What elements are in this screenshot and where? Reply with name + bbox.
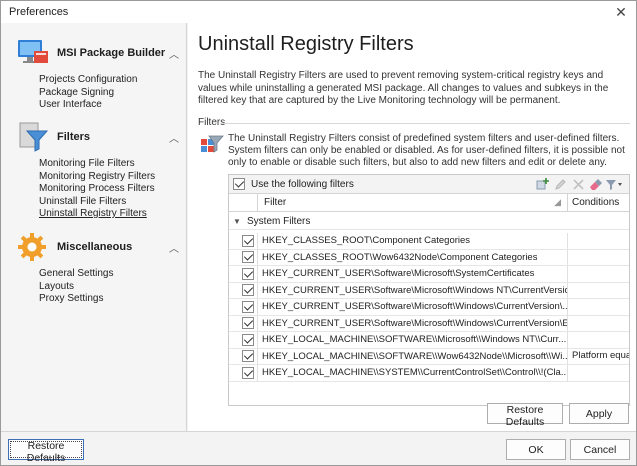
row-checkbox[interactable] — [242, 234, 254, 247]
sort-icon[interactable]: ◢ — [554, 194, 561, 211]
row-filter: HKEY_CURRENT_USER\Software\Microsoft\Win… — [258, 315, 568, 331]
column-filter[interactable]: Filter ◢ — [258, 194, 568, 211]
row-conditions: Platform equa — [572, 350, 629, 362]
sidebar-item-projects-configuration[interactable]: Projects Configuration — [39, 74, 137, 87]
filters-description: The Uninstall Registry Filters consist o… — [228, 133, 625, 169]
chevron-up-icon[interactable]: ︿ — [167, 46, 181, 61]
grid-toolbar: Use the following filters — [229, 175, 629, 194]
cancel-button[interactable]: Cancel — [570, 439, 630, 460]
column-conditions[interactable]: Conditions — [568, 194, 629, 211]
row-filter: HKEY_CURRENT_USER\Software\Microsoft\Win… — [258, 282, 568, 298]
gear-icon — [15, 229, 51, 265]
use-filters-checkbox[interactable] — [233, 178, 245, 190]
table-row[interactable]: HKEY_LOCAL_MACHINE\\SOFTWARE\\Microsoft\… — [229, 332, 629, 349]
monitor-icon — [15, 35, 51, 71]
section-title: MSI Package Builder — [57, 47, 166, 59]
row-checkbox[interactable] — [242, 251, 254, 264]
table-row[interactable]: HKEY_LOCAL_MACHINE\\SOFTWARE\\Wow6432Nod… — [229, 348, 629, 365]
page-title: Uninstall Registry Filters — [198, 33, 414, 55]
row-checkbox[interactable] — [242, 366, 254, 379]
sidebar-item-user-interface[interactable]: User Interface — [39, 99, 137, 112]
ok-button[interactable]: OK — [506, 439, 566, 460]
window-title: Preferences — [9, 6, 69, 18]
close-icon[interactable]: ✕ — [612, 3, 630, 21]
chevron-up-icon[interactable]: ︿ — [167, 240, 181, 255]
column-spacer — [229, 194, 258, 211]
table-row[interactable]: HKEY_CLASSES_ROOT\Component Categories — [229, 233, 629, 250]
table-row[interactable]: HKEY_CURRENT_USER\Software\Microsoft\Win… — [229, 299, 629, 316]
chevron-up-icon[interactable]: ︿ — [167, 130, 181, 145]
row-filter: HKEY_CLASSES_ROOT\Component Categories — [258, 233, 568, 249]
funnel-icon — [15, 119, 51, 155]
table-row[interactable]: HKEY_LOCAL_MACHINE\\SYSTEM\\CurrentContr… — [229, 365, 629, 382]
row-filter: HKEY_LOCAL_MACHINE\\SYSTEM\\CurrentContr… — [258, 365, 568, 381]
sidebar-item-proxy-settings[interactable]: Proxy Settings — [39, 293, 114, 306]
row-filter: HKEY_CURRENT_USER\Software\Microsoft\Win… — [258, 299, 568, 315]
main-panel: Uninstall Registry Filters The Uninstall… — [188, 23, 636, 431]
preferences-window: Preferences ✕ MSI Package Builder ︿ Proj… — [0, 0, 637, 466]
row-checkbox[interactable] — [242, 300, 254, 313]
section-miscellaneous[interactable]: Miscellaneous ︿ — [15, 229, 181, 265]
title-bar: Preferences ✕ — [1, 1, 636, 23]
row-filter: HKEY_LOCAL_MACHINE\\SOFTWARE\\Wow6432Nod… — [258, 348, 568, 364]
use-filters-label: Use the following filters — [251, 178, 354, 190]
row-checkbox[interactable] — [242, 284, 254, 297]
restore-defaults-button[interactable]: Restore Defaults — [487, 403, 563, 428]
toolbar-icons — [533, 176, 623, 192]
group-divider — [222, 123, 630, 124]
row-checkbox[interactable] — [242, 317, 254, 330]
filters-grid: Use the following filters Filter ◢ Condi… — [228, 174, 630, 406]
row-filter: HKEY_CLASSES_ROOT\Wow6432Node\Component … — [258, 249, 568, 265]
footer-restore-defaults-button[interactable]: Restore Defaults — [8, 439, 84, 464]
sidebar-item-package-signing[interactable]: Package Signing — [39, 87, 137, 100]
row-checkbox[interactable] — [242, 350, 254, 363]
sidebar-item-layouts[interactable]: Layouts — [39, 281, 114, 294]
edit-filter-icon[interactable] — [551, 176, 569, 192]
section-filters[interactable]: Filters ︿ — [15, 119, 181, 155]
sidebar: MSI Package Builder ︿ Projects Configura… — [1, 23, 187, 431]
chevron-down-icon[interactable]: ▼ — [233, 217, 247, 226]
nav-list-filters: Monitoring File Filters Monitoring Regis… — [39, 158, 155, 221]
sidebar-item-uninstall-registry-filters[interactable]: Uninstall Registry Filters — [39, 208, 155, 221]
table-row[interactable]: HKEY_CURRENT_USER\Software\Microsoft\Win… — [229, 315, 629, 332]
sidebar-item-monitoring-registry-filters[interactable]: Monitoring Registry Filters — [39, 171, 155, 184]
section-title: Filters — [57, 131, 91, 143]
nav-list-misc: General Settings Layouts Proxy Settings — [39, 268, 114, 306]
table-row[interactable]: HKEY_CURRENT_USER\Software\Microsoft\Win… — [229, 282, 629, 299]
sidebar-item-monitoring-process-filters[interactable]: Monitoring Process Filters — [39, 183, 155, 196]
sidebar-item-uninstall-file-filters[interactable]: Uninstall File Filters — [39, 196, 155, 209]
sidebar-item-general-settings[interactable]: General Settings — [39, 268, 114, 281]
table-row[interactable]: HKEY_CLASSES_ROOT\Wow6432Node\Component … — [229, 249, 629, 266]
sidebar-item-monitoring-file-filters[interactable]: Monitoring File Filters — [39, 158, 155, 171]
delete-filter-icon[interactable] — [569, 176, 587, 192]
clear-filter-icon[interactable] — [587, 176, 605, 192]
nav-list-msi: Projects Configuration Package Signing U… — [39, 74, 137, 112]
row-filter: HKEY_LOCAL_MACHINE\\SOFTWARE\\Microsoft\… — [258, 332, 568, 348]
row-filter: HKEY_CURRENT_USER\Software\Microsoft\Sys… — [258, 266, 568, 282]
section-title: Miscellaneous — [57, 241, 133, 253]
row-checkbox[interactable] — [242, 267, 254, 280]
grid-rows: HKEY_CLASSES_ROOT\Component Categories H… — [229, 233, 629, 382]
footer-bar: Restore Defaults OK Cancel — [1, 431, 636, 465]
add-filter-icon[interactable] — [533, 176, 551, 192]
filter-dropdown-icon[interactable] — [605, 176, 623, 192]
row-checkbox[interactable] — [242, 333, 254, 346]
column-filter-label: Filter — [264, 197, 287, 208]
table-row[interactable]: HKEY_CURRENT_USER\Software\Microsoft\Sys… — [229, 266, 629, 283]
section-msi-package-builder[interactable]: MSI Package Builder ︿ — [15, 35, 181, 71]
group-row-system-filters[interactable]: ▼ System Filters — [229, 213, 629, 230]
registry-filter-icon — [200, 133, 224, 161]
grid-column-header: Filter ◢ Conditions — [229, 194, 629, 212]
group-row-label: System Filters — [247, 215, 311, 227]
page-description: The Uninstall Registry Filters are used … — [198, 70, 609, 106]
apply-button[interactable]: Apply — [569, 403, 629, 424]
